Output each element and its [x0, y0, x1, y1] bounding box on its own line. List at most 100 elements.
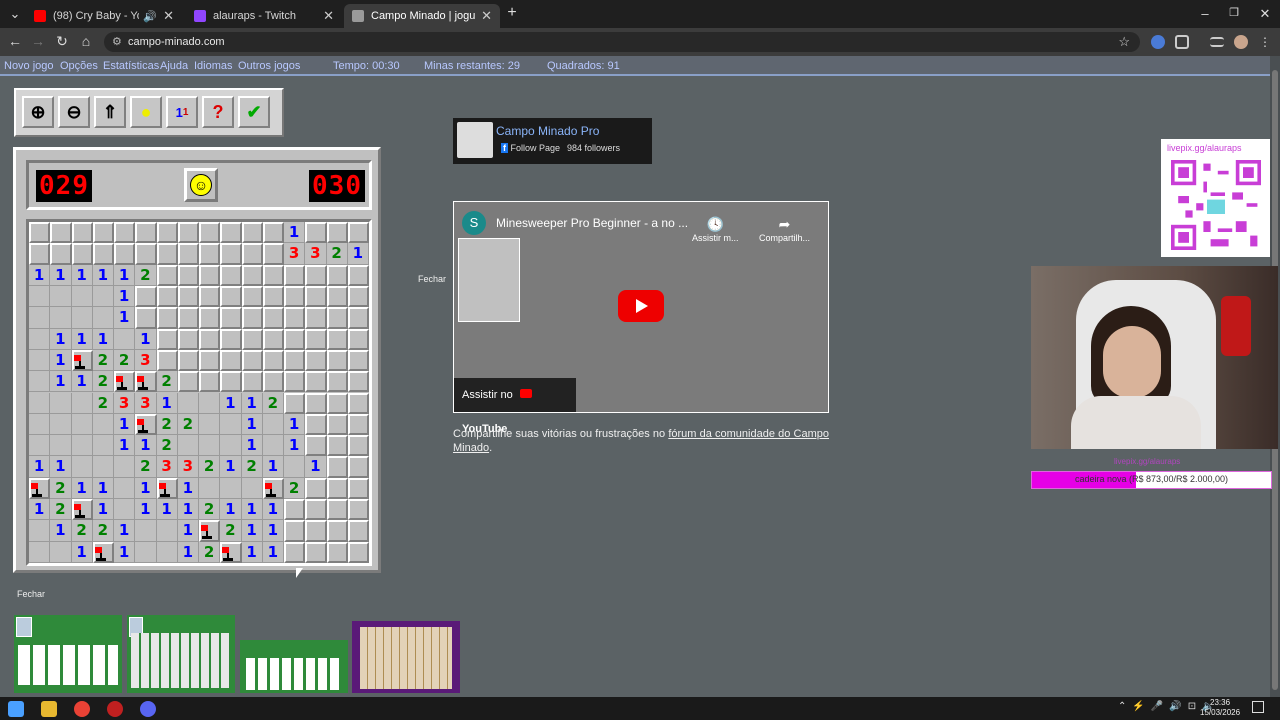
- help-question-icon[interactable]: ?: [202, 96, 234, 128]
- flag-icon[interactable]: [220, 541, 242, 563]
- channel-avatar[interactable]: S: [462, 211, 486, 235]
- covered-cell[interactable]: [177, 371, 200, 393]
- covered-cell[interactable]: [199, 349, 221, 372]
- covered-cell[interactable]: [326, 328, 348, 350]
- covered-cell[interactable]: [347, 285, 370, 308]
- empty-cell[interactable]: [71, 435, 93, 457]
- number-cell[interactable]: 2: [156, 413, 178, 436]
- number-cell[interactable]: 2: [262, 392, 285, 414]
- covered-cell[interactable]: [284, 499, 306, 521]
- empty-cell[interactable]: [114, 499, 136, 521]
- covered-cell[interactable]: [156, 243, 178, 265]
- covered-cell[interactable]: [135, 243, 157, 265]
- flag-icon[interactable]: [135, 371, 157, 393]
- empty-cell[interactable]: [199, 392, 221, 414]
- restore-button[interactable]: ❐: [1219, 6, 1249, 19]
- discord-icon[interactable]: [140, 701, 156, 717]
- close-window-button[interactable]: ✕: [1250, 6, 1280, 22]
- number-cell[interactable]: 3: [135, 349, 157, 372]
- number-cell[interactable]: 1: [305, 456, 327, 478]
- vpn-extension-icon[interactable]: [1151, 35, 1165, 49]
- covered-cell[interactable]: [241, 349, 263, 372]
- covered-cell[interactable]: [177, 307, 200, 329]
- covered-cell[interactable]: [156, 264, 178, 286]
- covered-cell[interactable]: [284, 307, 306, 329]
- number-cell[interactable]: 1: [177, 499, 200, 521]
- covered-cell[interactable]: [326, 541, 348, 563]
- covered-cell[interactable]: [177, 349, 200, 372]
- empty-cell[interactable]: [92, 285, 115, 308]
- covered-cell[interactable]: [284, 264, 306, 286]
- empty-cell[interactable]: [29, 413, 51, 436]
- number-cell[interactable]: 1: [135, 499, 157, 521]
- flag-icon[interactable]: [262, 477, 285, 500]
- covered-cell[interactable]: [326, 392, 348, 414]
- number-cell[interactable]: 3: [156, 456, 178, 478]
- number-cell[interactable]: 1: [92, 499, 115, 521]
- covered-cell[interactable]: [326, 435, 348, 457]
- number-cell[interactable]: 1: [241, 413, 263, 436]
- covered-cell[interactable]: [199, 222, 221, 244]
- home-icon[interactable]: ⌂: [76, 33, 96, 49]
- mahjong-thumbnail[interactable]: [352, 621, 460, 693]
- covered-cell[interactable]: [305, 264, 327, 286]
- empty-cell[interactable]: [29, 541, 51, 563]
- covered-cell[interactable]: [29, 222, 51, 244]
- number-cell[interactable]: 1: [156, 392, 178, 414]
- number-cell[interactable]: 2: [177, 413, 200, 436]
- empty-cell[interactable]: [92, 435, 115, 457]
- covered-cell[interactable]: [199, 371, 221, 393]
- number-cell[interactable]: 2: [92, 520, 115, 542]
- covered-cell[interactable]: [305, 371, 327, 393]
- number-cell[interactable]: 1: [114, 264, 136, 286]
- covered-cell[interactable]: [326, 413, 348, 436]
- covered-cell[interactable]: [135, 222, 157, 244]
- empty-cell[interactable]: [199, 413, 221, 436]
- watch-later-button[interactable]: 🕓 Assistir m...: [692, 216, 739, 243]
- covered-cell[interactable]: [305, 541, 327, 563]
- chrome-icon[interactable]: [74, 701, 90, 717]
- flag-icon[interactable]: [92, 541, 115, 563]
- empty-cell[interactable]: [29, 307, 51, 329]
- number-cell[interactable]: 1: [50, 349, 72, 372]
- covered-cell[interactable]: [262, 371, 285, 393]
- empty-cell[interactable]: [241, 477, 263, 500]
- number-cell[interactable]: 1: [284, 413, 306, 436]
- share-button[interactable]: ➦ Compartilh...: [759, 216, 810, 243]
- file-explorer-icon[interactable]: [41, 701, 57, 717]
- number-cell[interactable]: 1: [114, 307, 136, 329]
- number-cell[interactable]: 1: [114, 285, 136, 308]
- app-icon[interactable]: [107, 701, 123, 717]
- empty-cell[interactable]: [50, 413, 72, 436]
- spider-solitaire-thumbnail[interactable]: [127, 615, 235, 693]
- covered-cell[interactable]: [347, 392, 370, 414]
- number-cell[interactable]: 2: [135, 456, 157, 478]
- empty-cell[interactable]: [135, 520, 157, 542]
- empty-cell[interactable]: [92, 456, 115, 478]
- empty-cell[interactable]: [156, 541, 178, 563]
- covered-cell[interactable]: [199, 264, 221, 286]
- number-cell[interactable]: 1: [262, 520, 285, 542]
- number-cell[interactable]: 1: [50, 371, 72, 393]
- number-cell[interactable]: 2: [71, 520, 93, 542]
- number-cell[interactable]: 1: [241, 499, 263, 521]
- covered-cell[interactable]: [156, 349, 178, 372]
- tab-twitch[interactable]: alauraps - Twitch ✕: [186, 4, 342, 28]
- covered-cell[interactable]: [326, 371, 348, 393]
- covered-cell[interactable]: [71, 243, 93, 265]
- number-cell[interactable]: 1: [50, 264, 72, 286]
- covered-cell[interactable]: [220, 328, 242, 350]
- close-video-link[interactable]: Fechar: [418, 274, 446, 284]
- covered-cell[interactable]: [262, 243, 285, 265]
- covered-cell[interactable]: [326, 456, 348, 478]
- follow-page-button[interactable]: f Follow Page: [501, 143, 560, 153]
- covered-cell[interactable]: [262, 307, 285, 329]
- covered-cell[interactable]: [71, 222, 93, 244]
- zoom-out-icon[interactable]: ⊖: [58, 96, 90, 128]
- covered-cell[interactable]: [284, 392, 306, 414]
- number-cell[interactable]: 1: [114, 541, 136, 563]
- close-ad-link[interactable]: Fechar: [17, 589, 45, 599]
- covered-cell[interactable]: [347, 435, 370, 457]
- covered-cell[interactable]: [114, 222, 136, 244]
- empty-cell[interactable]: [71, 413, 93, 436]
